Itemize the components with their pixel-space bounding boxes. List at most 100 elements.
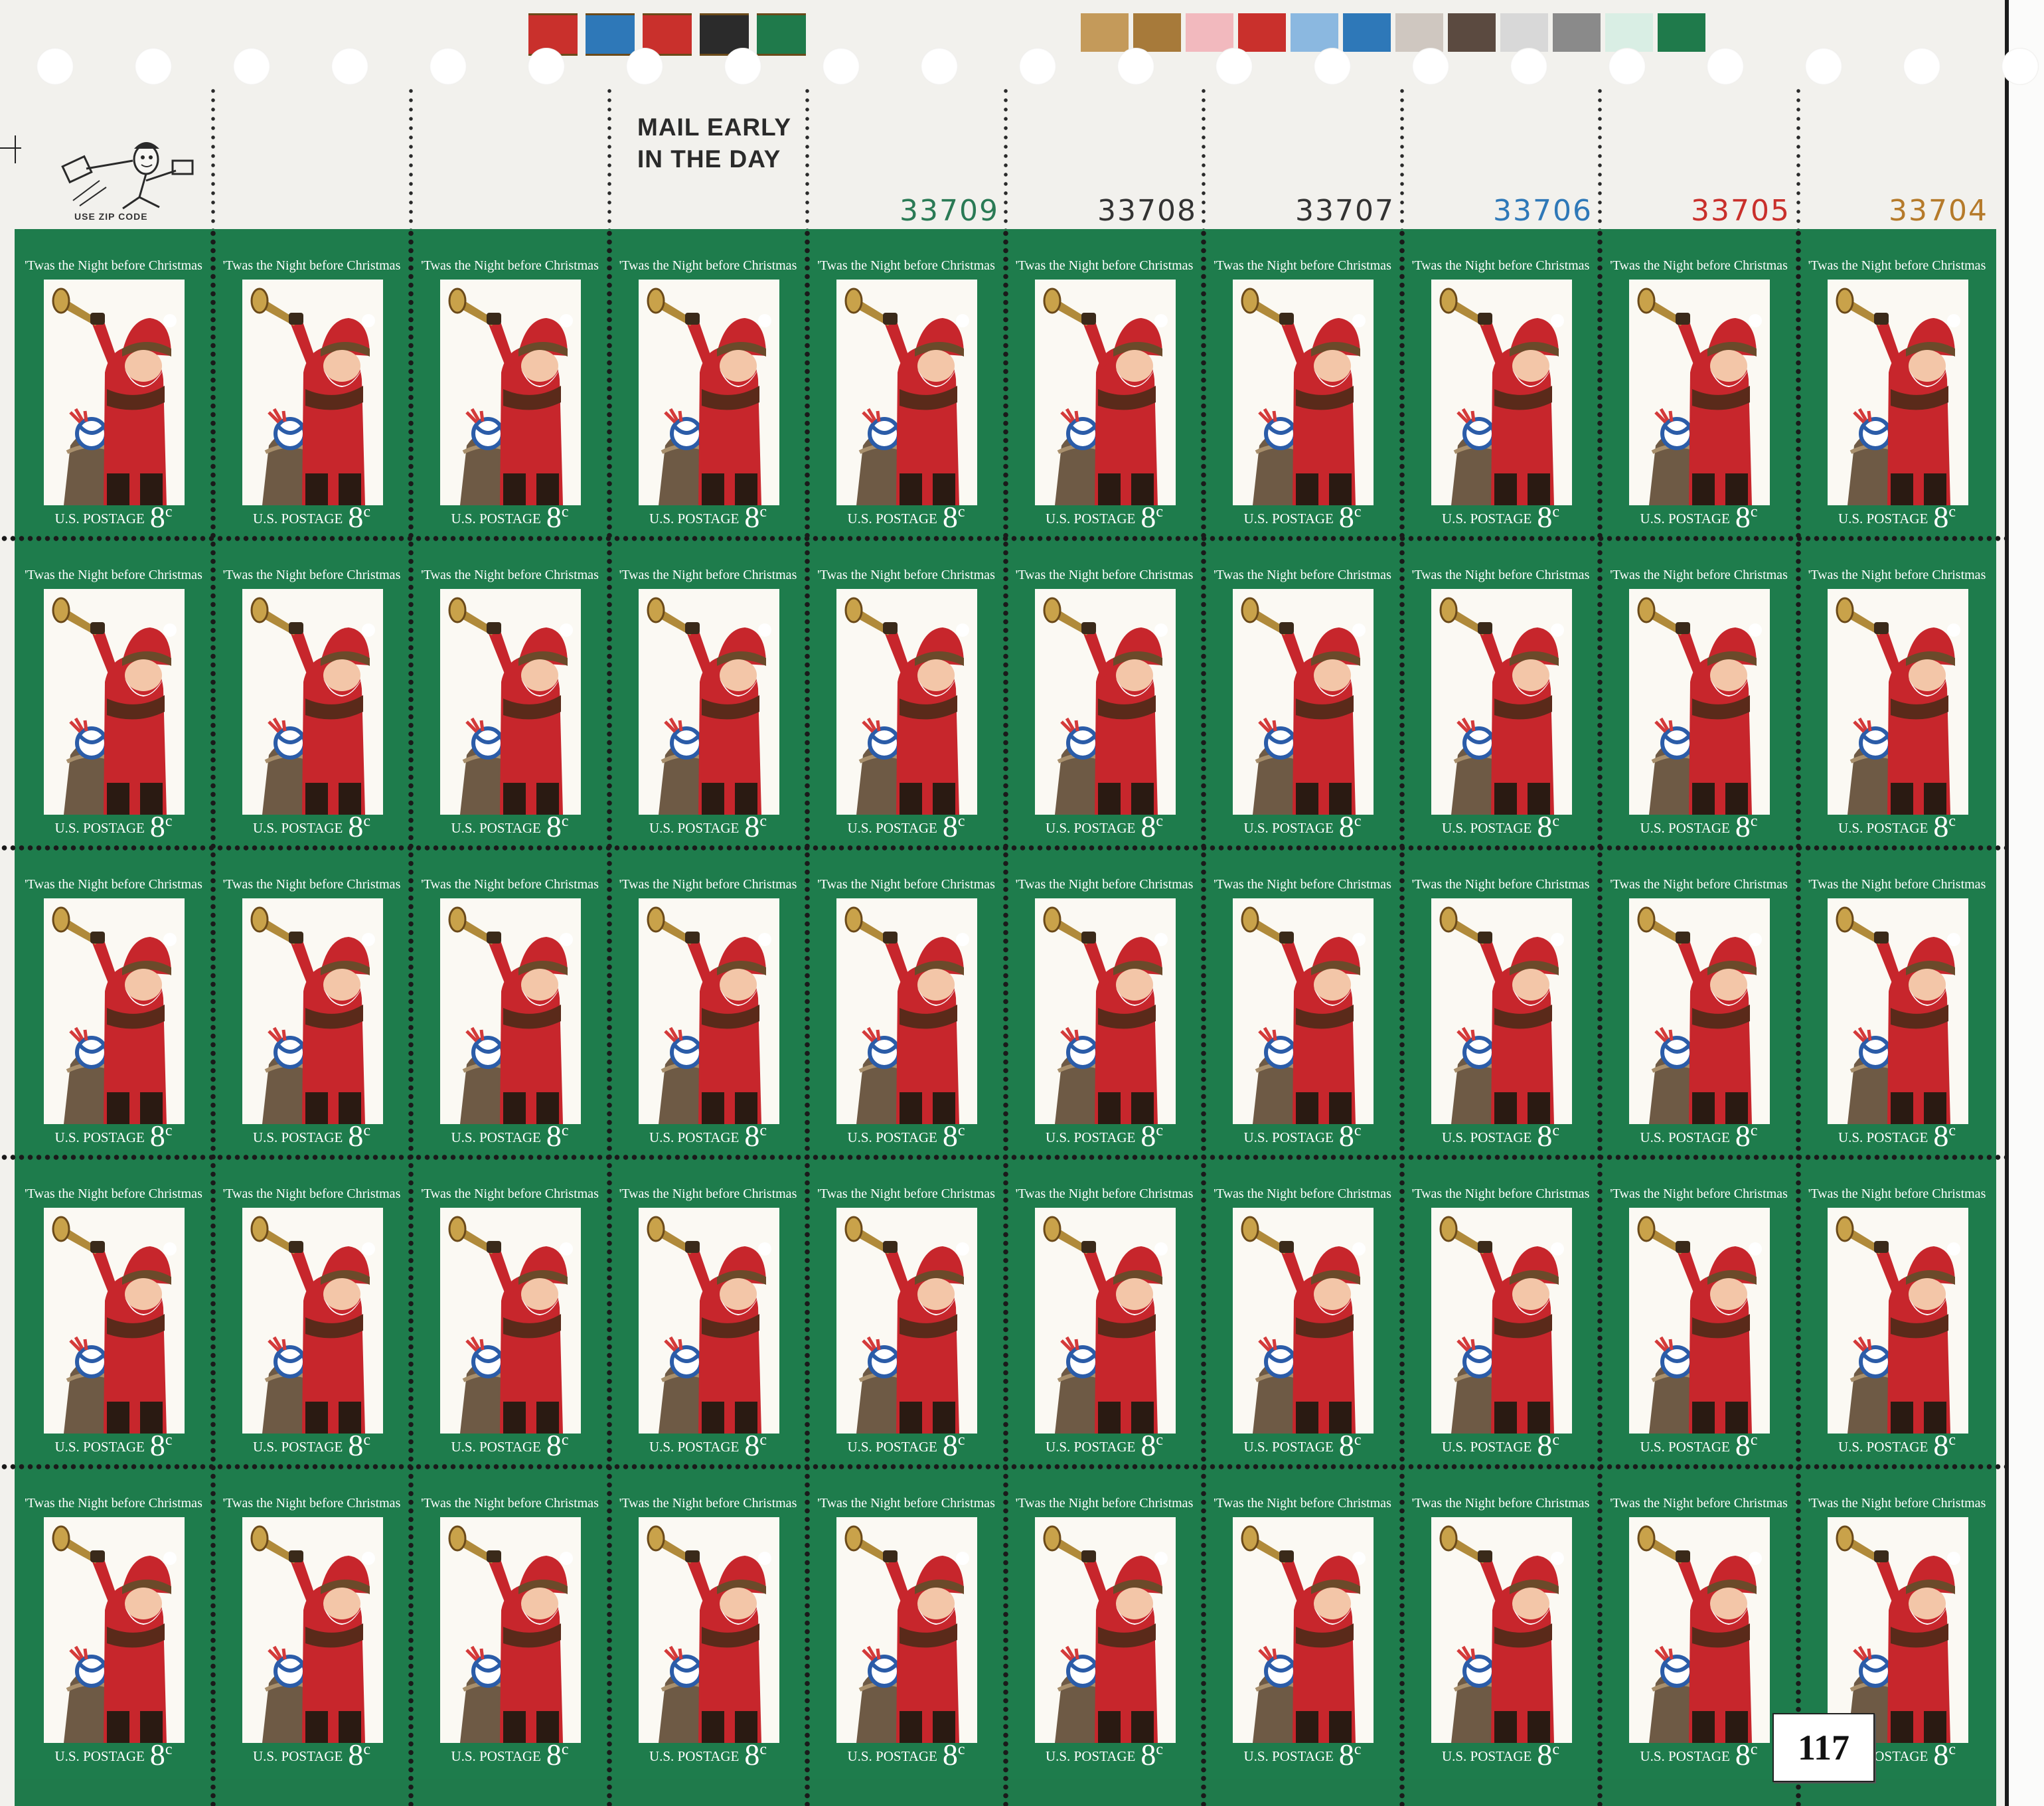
- postage-label: U.S. POSTAGE: [1045, 1129, 1136, 1145]
- denomination-value: 8: [1933, 1428, 1949, 1462]
- color-bar: [1658, 13, 1705, 52]
- santa-claus-icon: [1043, 597, 1168, 815]
- denomination-value: 8: [1735, 500, 1751, 534]
- stamp: 'Twas the Night before Christmas U.S. POS…: [1401, 1157, 1600, 1469]
- tab-hole: [233, 48, 270, 85]
- stamp: 'Twas the Night before Christmas U.S. POS…: [1401, 538, 1600, 851]
- stamp-denomination: U.S. POSTAGE 8c: [609, 809, 807, 844]
- santa-claus-icon: [1439, 906, 1564, 1124]
- stamp-title: 'Twas the Night before Christmas: [1808, 258, 1986, 273]
- santa-claus-icon: [1836, 1525, 1960, 1743]
- plate-number: 33707: [1295, 194, 1395, 228]
- tab-hole: [1216, 48, 1253, 85]
- denomination-unit: c: [165, 1741, 173, 1758]
- stamp-title: 'Twas the Night before Christmas: [619, 568, 797, 582]
- denomination-value: 8: [1140, 500, 1156, 534]
- plate-number: 33709: [900, 194, 999, 228]
- stamp-denomination: U.S. POSTAGE 8c: [1402, 1737, 1600, 1772]
- denomination-value: 8: [1735, 1738, 1751, 1771]
- santa-claus-icon: [250, 287, 375, 505]
- denomination-unit: c: [363, 1741, 371, 1758]
- santa-claus-icon: [647, 906, 771, 1124]
- tab-hole: [430, 48, 467, 85]
- stamp-denomination: U.S. POSTAGE 8c: [1600, 499, 1798, 534]
- stamp: 'Twas the Night before Christmas U.S. POS…: [1600, 1467, 1798, 1779]
- santa-claus-icon: [1637, 1525, 1762, 1743]
- postage-label: U.S. POSTAGE: [54, 1439, 145, 1455]
- denomination-unit: c: [1948, 503, 1956, 521]
- stamp-denomination: U.S. POSTAGE 8c: [1798, 809, 1996, 844]
- stamp-denomination: U.S. POSTAGE 8c: [1402, 1428, 1600, 1463]
- stamp-denomination: U.S. POSTAGE 8c: [609, 1118, 807, 1153]
- stamp-title: 'Twas the Night before Christmas: [817, 568, 995, 582]
- denomination-value: 8: [149, 1119, 165, 1153]
- tab-hole: [1510, 48, 1547, 85]
- stamp: 'Twas the Night before Christmas U.S. POS…: [1401, 229, 1600, 541]
- postage-label: U.S. POSTAGE: [1243, 1748, 1334, 1764]
- denomination-value: 8: [546, 1428, 562, 1462]
- denomination-value: 8: [1537, 1738, 1553, 1771]
- postage-label: U.S. POSTAGE: [1441, 1129, 1532, 1145]
- denomination-value: 8: [348, 1428, 364, 1462]
- stamp-title: 'Twas the Night before Christmas: [1610, 258, 1788, 273]
- stamp: 'Twas the Night before Christmas U.S. POS…: [212, 1467, 411, 1779]
- stamp-denomination: U.S. POSTAGE 8c: [15, 1118, 212, 1153]
- stamp-denomination: U.S. POSTAGE 8c: [15, 809, 212, 844]
- stamp: 'Twas the Night before Christmas U.S. POS…: [609, 1157, 807, 1469]
- stamp-denomination: U.S. POSTAGE 8c: [1204, 1428, 1401, 1463]
- stamp-denomination: U.S. POSTAGE 8c: [1204, 499, 1401, 534]
- vertical-perforation: [805, 229, 810, 1806]
- postage-label: U.S. POSTAGE: [1838, 1439, 1928, 1455]
- santa-claus-icon: [844, 287, 969, 505]
- stamp: 'Twas the Night before Christmas U.S. POS…: [1204, 1157, 1401, 1469]
- postage-label: U.S. POSTAGE: [1045, 511, 1136, 527]
- stamp-title: 'Twas the Night before Christmas: [1411, 568, 1590, 582]
- denomination-value: 8: [149, 1738, 165, 1771]
- stamp-denomination: U.S. POSTAGE 8c: [213, 1428, 411, 1463]
- stamp-vignette: [44, 589, 185, 815]
- stamp-vignette: [1827, 280, 1968, 505]
- denomination-unit: c: [1552, 503, 1560, 521]
- santa-claus-icon: [1836, 287, 1960, 505]
- santa-claus-icon: [250, 906, 375, 1124]
- stamp: 'Twas the Night before Christmas U.S. POS…: [15, 848, 212, 1160]
- santa-claus-icon: [647, 287, 771, 505]
- stamp-vignette: [638, 280, 779, 505]
- stamp: 'Twas the Night before Christmas U.S. POS…: [609, 848, 807, 1160]
- stamp-vignette: [1034, 1517, 1176, 1743]
- santa-claus-icon: [52, 597, 177, 815]
- stamp-vignette: [44, 1517, 185, 1743]
- denomination-unit: c: [1948, 1122, 1956, 1139]
- postage-label: U.S. POSTAGE: [252, 820, 343, 836]
- denomination-unit: c: [957, 1432, 965, 1449]
- denomination-value: 8: [1735, 809, 1751, 843]
- denomination-value: 8: [1140, 1738, 1156, 1771]
- color-bar: [1291, 13, 1338, 52]
- stamp-vignette: [1431, 1208, 1572, 1434]
- vertical-perforation: [1399, 229, 1405, 1806]
- stamp-denomination: U.S. POSTAGE 8c: [1402, 499, 1600, 534]
- stamp-title: 'Twas the Night before Christmas: [421, 258, 599, 273]
- santa-claus-icon: [448, 287, 573, 505]
- stamp-title: 'Twas the Night before Christmas: [817, 258, 995, 273]
- denomination-unit: c: [1156, 1432, 1164, 1449]
- vertical-perforation: [408, 229, 414, 1806]
- denomination-value: 8: [942, 1119, 958, 1153]
- santa-claus-icon: [1836, 906, 1960, 1124]
- stamp-title: 'Twas the Night before Christmas: [619, 1187, 797, 1201]
- stamp-vignette: [440, 589, 581, 815]
- postage-label: U.S. POSTAGE: [54, 1748, 145, 1764]
- denomination-unit: c: [759, 1741, 767, 1758]
- denomination-unit: c: [957, 1741, 965, 1758]
- denomination-value: 8: [744, 1428, 760, 1462]
- postage-label: U.S. POSTAGE: [1838, 511, 1928, 527]
- stamp-vignette: [1034, 589, 1176, 815]
- denomination-value: 8: [1537, 1119, 1553, 1153]
- stamp-denomination: U.S. POSTAGE 8c: [1006, 1737, 1204, 1772]
- postage-label: U.S. POSTAGE: [54, 511, 145, 527]
- postage-label: U.S. POSTAGE: [1243, 511, 1334, 527]
- postage-label: U.S. POSTAGE: [847, 820, 937, 836]
- stamp-vignette: [440, 1517, 581, 1743]
- denomination-unit: c: [1354, 503, 1362, 521]
- denomination-value: 8: [1537, 809, 1553, 843]
